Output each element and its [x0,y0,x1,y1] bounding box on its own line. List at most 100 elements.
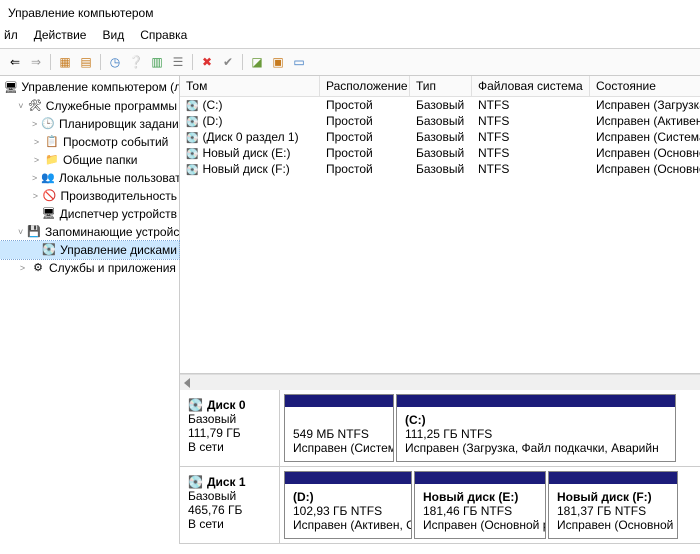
volume-row[interactable]: 💽(C:)ПростойБазовыйNTFSИсправен (Загрузк… [180,97,700,113]
volume-layout: Простой [320,129,410,145]
expand-icon[interactable]: > [18,263,27,273]
partition-status: Исправен (Система, Акт [293,441,385,455]
tree-item-0[interactable]: ˅🛠Служебные программы [0,97,179,115]
partition-bar [549,472,677,484]
volume-list[interactable]: Том Расположение Тип Файловая система Со… [180,76,700,177]
tree-item-4[interactable]: >👥Локальные пользовате [0,169,179,187]
horizontal-scrollbar[interactable] [180,374,700,390]
volume-name: (D:) [202,114,222,128]
expand-icon[interactable]: > [32,137,41,147]
tree-item-icon: 📁 [45,153,59,167]
tree-item-label: Локальные пользовате [59,171,179,185]
tree-item-7[interactable]: ˅💾Запоминающие устройс [0,223,179,241]
volume-row[interactable]: 💽(D:)ПростойБазовыйNTFSИсправен (Активен… [180,113,700,129]
col-filesystem[interactable]: Файловая система [472,76,590,96]
partition-bar [285,472,411,484]
tree-item-8[interactable]: 💽Управление дисками [0,241,179,259]
partition[interactable]: 549 МБ NTFSИсправен (Система, Акт [284,394,394,462]
partition-name: (D:) [293,490,403,504]
menu-action[interactable]: Действие [34,28,87,42]
help-icon[interactable]: ❔ [127,53,145,71]
disk-label[interactable]: 💽Диск 1Базовый465,76 ГБВ сети [180,467,280,543]
tree-item-3[interactable]: >📁Общие папки [0,151,179,169]
expand-icon[interactable]: > [32,155,41,165]
partition[interactable]: (D:)102,93 ГБ NTFSИсправен (Активен, Осн [284,471,412,539]
computer-icon: 🖥 [4,81,18,95]
volume-status: Исправен (Основной раздел) [590,161,700,177]
volume-type: Базовый [410,129,472,145]
check-icon[interactable]: ✔ [219,53,237,71]
disk-label[interactable]: 💽Диск 0Базовый111,79 ГБВ сети [180,390,280,466]
menu-help[interactable]: Справка [140,28,187,42]
tree-item-icon: 🚫 [43,189,57,203]
partition-status: Исправен (Основной раз, [557,518,669,532]
settings-icon[interactable]: ☰ [169,53,187,71]
forward-icon[interactable]: ⇒ [27,53,45,71]
disk-row[interactable]: 💽Диск 1Базовый465,76 ГБВ сети(D:)102,93 … [180,467,700,544]
volume-name: Новый диск (E:) [202,146,290,160]
col-volume[interactable]: Том [180,76,320,96]
col-type[interactable]: Тип [410,76,472,96]
nav-tree[interactable]: 🖥 Управление компьютером (ло ˅🛠Служебные… [0,76,180,544]
volume-status: Исправен (Активен, Основной разде [590,113,700,129]
volume-layout: Простой [320,97,410,113]
disk-name: Диск 1 [207,475,246,489]
tree-item-9[interactable]: >⚙Службы и приложения [0,259,179,277]
toolbar-icon-1[interactable]: ▦ [56,53,74,71]
expand-icon[interactable]: ˅ [18,101,24,111]
partition[interactable]: (C:)111,25 ГБ NTFSИсправен (Загрузка, Фа… [396,394,676,462]
partition-info: 181,46 ГБ NTFS [423,504,537,518]
disk-size: 465,76 ГБ [188,503,271,517]
menu-bar: йл Действие Вид Справка [0,24,700,49]
col-layout[interactable]: Расположение [320,76,410,96]
tree-item-label: Просмотр событий [63,135,168,149]
toolbar-icon-5[interactable]: ▭ [290,53,308,71]
partition[interactable]: Новый диск (E:)181,46 ГБ NTFSИсправен (О… [414,471,546,539]
disk-type: Базовый [188,412,271,426]
volume-status: Исправен (Загрузка, Файл подкачки, [590,97,700,113]
expand-icon[interactable]: > [32,191,39,201]
delete-icon[interactable]: ✖ [198,53,216,71]
tree-item-6[interactable]: 🖥 Диспетчер устройств [0,205,179,223]
drive-icon: 💽 [186,165,198,176]
volume-row[interactable]: 💽Новый диск (E:)ПростойБазовыйNTFSИсправ… [180,145,700,161]
volume-type: Базовый [410,145,472,161]
volume-status: Исправен (Основной раздел) [590,145,700,161]
partition-info: 549 МБ NTFS [293,427,385,441]
drive-icon: 💽 [186,133,198,144]
tree-item-icon: 🖥 [42,207,56,221]
tree-item-icon: 💽 [42,243,56,257]
expand-icon[interactable]: ˅ [18,227,23,237]
properties-icon[interactable]: ▥ [148,53,166,71]
partition-name: Новый диск (E:) [423,490,537,504]
toolbar-icon-3[interactable]: ◪ [248,53,266,71]
tree-item-5[interactable]: >🚫Производительность [0,187,179,205]
tree-item-1[interactable]: >🕒Планировщик заданий [0,115,179,133]
tree-item-label: Диспетчер устройств [60,207,177,221]
tree-root[interactable]: 🖥 Управление компьютером (ло [0,78,179,97]
col-status[interactable]: Состояние [590,76,700,96]
partition-info: 111,25 ГБ NTFS [405,427,667,441]
partitions-container: (D:)102,93 ГБ NTFSИсправен (Активен, Осн… [280,467,700,543]
disk-graphic[interactable]: 💽Диск 0Базовый111,79 ГБВ сети 549 МБ NTF… [180,390,700,544]
expand-icon[interactable]: > [32,173,37,183]
partitions-container: 549 МБ NTFSИсправен (Система, Акт(C:)111… [280,390,700,466]
volume-fs: NTFS [472,145,590,161]
back-icon[interactable]: ⇐ [6,53,24,71]
volume-row[interactable]: 💽Новый диск (F:)ПростойБазовыйNTFSИсправ… [180,161,700,177]
volume-row[interactable]: 💽(Диск 0 раздел 1)ПростойБазовыйNTFSИспр… [180,129,700,145]
tree-item-label: Служебные программы [46,99,177,113]
volume-blank-area [180,177,700,374]
tree-item-2[interactable]: >📋Просмотр событий [0,133,179,151]
refresh-icon[interactable]: ◷ [106,53,124,71]
expand-icon[interactable]: > [32,119,37,129]
toolbar-icon-2[interactable]: ▤ [77,53,95,71]
partition-bar [415,472,545,484]
partition-status: Исправен (Основной раз, [423,518,537,532]
menu-view[interactable]: Вид [102,28,124,42]
disk-icon: 💽 [188,398,203,412]
disk-row[interactable]: 💽Диск 0Базовый111,79 ГБВ сети 549 МБ NTF… [180,390,700,467]
toolbar-icon-4[interactable]: ▣ [269,53,287,71]
partition[interactable]: Новый диск (F:)181,37 ГБ NTFSИсправен (О… [548,471,678,539]
menu-file[interactable]: йл [4,28,18,42]
